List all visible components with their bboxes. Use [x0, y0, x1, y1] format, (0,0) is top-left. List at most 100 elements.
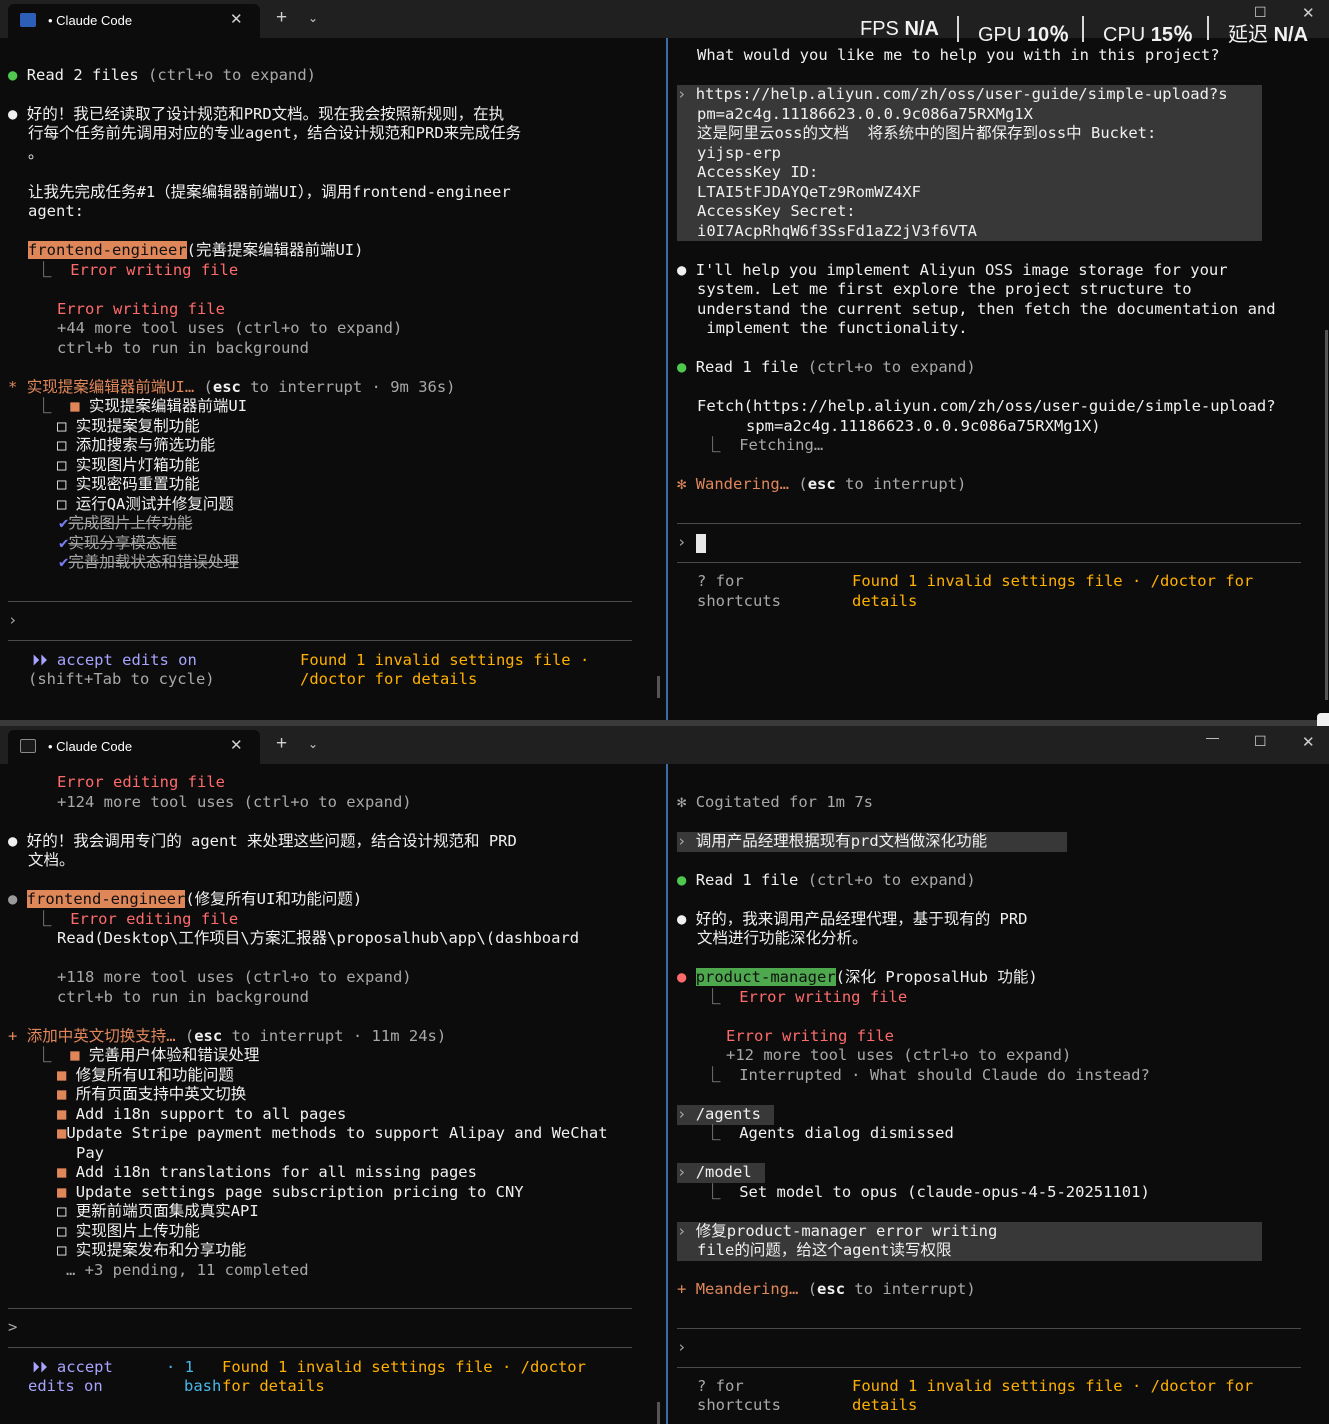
- chevron-down-icon[interactable]: ⌄: [308, 11, 318, 25]
- todo-item: □ 更新前端页面集成真实API: [57, 1202, 259, 1220]
- todo-inprogress-icon: ■: [70, 1046, 80, 1064]
- error-text: Error writing file: [70, 261, 239, 279]
- scrollbar[interactable]: [657, 1402, 660, 1424]
- status-dot: ●: [8, 890, 18, 908]
- minimize-icon[interactable]: —: [1206, 730, 1219, 745]
- cpu-label: CPU: [1103, 24, 1146, 46]
- status-dot: ●: [8, 66, 18, 84]
- agent-name: frontend-engineer: [26, 890, 186, 908]
- close-tab-icon[interactable]: ✕: [230, 10, 243, 28]
- fps-value: N/A: [904, 18, 939, 40]
- status-dot: ●: [677, 968, 687, 986]
- shortcuts-hint[interactable]: ? for: [697, 572, 744, 591]
- prompt-input[interactable]: ›: [677, 533, 686, 552]
- error-text: Error editing file: [57, 773, 225, 791]
- todo-inprogress-icon: ■: [57, 1105, 67, 1123]
- new-tab-icon[interactable]: +: [276, 733, 287, 755]
- error-text: Error writing file: [726, 1027, 894, 1045]
- todo-inprogress-icon: ■: [57, 1163, 67, 1181]
- chevron-down-icon[interactable]: ⌄: [308, 737, 318, 751]
- terminal-window-top: • Claude Code ✕ + ⌄ ☐ ✕ FPS N/A GPU 10％ …: [0, 0, 1329, 720]
- gpu-value: 10％: [1026, 24, 1070, 46]
- powershell-icon: [20, 13, 36, 27]
- message-dot: ●: [677, 261, 687, 279]
- scrollbar[interactable]: [657, 676, 660, 698]
- terminal-window-bottom: • Claude Code ✕ + ⌄ — ☐ ✕ Error editing …: [0, 726, 1329, 1424]
- settings-warning[interactable]: Found 1 invalid settings file · /doctor …: [852, 572, 1253, 591]
- pane-divider[interactable]: [666, 38, 668, 720]
- todo-item: □ 添加搜索与筛选功能: [57, 436, 216, 454]
- todo-pending-icon: □: [57, 436, 67, 454]
- accept-edits-toggle[interactable]: ⏵⏵ accept edits on: [32, 651, 197, 670]
- prompt-input[interactable]: >: [8, 1318, 17, 1337]
- new-tab-icon[interactable]: +: [276, 7, 287, 29]
- agent-name: product-manager: [695, 968, 836, 986]
- latency-label: 延迟: [1228, 24, 1268, 46]
- todo-pending-icon: □: [57, 456, 67, 474]
- error-text: Error editing file: [70, 910, 239, 928]
- tab-title: Claude Code: [56, 739, 133, 754]
- tab-bar: • Claude Code ✕ + ⌄ — ☐ ✕: [0, 726, 1329, 764]
- gpu-label: GPU: [978, 24, 1022, 46]
- fps-label: FPS: [860, 18, 899, 40]
- shortcuts-hint[interactable]: ? for: [697, 1377, 744, 1396]
- error-text: Error writing file: [739, 988, 908, 1006]
- todo-inprogress-icon: ■: [57, 1066, 67, 1084]
- error-text: Error writing file: [57, 300, 225, 318]
- todo-item: □ 实现提案发布和分享功能: [57, 1241, 247, 1259]
- tab-claude-code[interactable]: • Claude Code ✕: [8, 4, 260, 38]
- close-window-icon[interactable]: ✕: [1302, 733, 1315, 751]
- todo-item: ■ 所有页面支持中英文切换: [57, 1085, 247, 1103]
- todo-pending-icon: □: [57, 417, 67, 435]
- tab-title: Claude Code: [56, 13, 133, 28]
- latency-value: N/A: [1273, 24, 1309, 46]
- pane-divider[interactable]: [666, 764, 668, 1424]
- todo-item: □ 实现提案复制功能: [57, 417, 200, 435]
- checkmark-icon: ✔: [59, 534, 69, 552]
- todo-pending-icon: □: [57, 475, 67, 493]
- todo-pending-icon: □: [57, 1241, 67, 1259]
- todo-item-done: ✔完善加载状态和错误处理: [59, 553, 239, 571]
- tab-claude-code[interactable]: • Claude Code ✕: [8, 730, 260, 764]
- task-status: ✻ Wandering… (esc to interrupt): [677, 475, 967, 493]
- prompt-input[interactable]: ›: [8, 611, 17, 630]
- todo-item-done: ✔实现分享模态框: [59, 534, 177, 552]
- settings-warning[interactable]: Found 1 invalid settings file · /doctor …: [852, 1377, 1253, 1396]
- spinner-icon: ✻: [677, 475, 687, 493]
- checkmark-icon: ✔: [59, 553, 69, 571]
- spinner-icon: +: [677, 1280, 687, 1298]
- close-tab-icon[interactable]: ✕: [230, 736, 243, 754]
- todo-item: ■ Update settings page subscription pric…: [57, 1183, 524, 1201]
- maximize-icon[interactable]: ☐: [1254, 733, 1267, 750]
- settings-warning[interactable]: Found 1 invalid settings file · /doctor: [222, 1358, 586, 1377]
- todo-inprogress-icon: ■: [57, 1183, 67, 1201]
- todo-item: □ 实现图片上传功能: [57, 1222, 200, 1240]
- task-status: + 添加中英文切换支持… (esc to interrupt · 11m 24s…: [8, 1027, 447, 1045]
- message-dot: ●: [8, 105, 18, 123]
- todo-item-done: ✔完成图片上传功能: [59, 514, 193, 532]
- todo-item: □ 实现密码重置功能: [57, 475, 200, 493]
- todo-item: ■ 修复所有UI和功能问题: [57, 1066, 234, 1084]
- todo-item: □ 运行QA测试并修复问题: [57, 495, 234, 513]
- todo-inprogress-icon: ■: [70, 397, 80, 415]
- todo-pending-icon: □: [57, 495, 67, 513]
- checkmark-icon: ✔: [59, 514, 69, 532]
- status-dot: ●: [677, 871, 687, 889]
- todo-pending-icon: □: [57, 1202, 67, 1220]
- accept-edits-toggle[interactable]: ⏵⏵ accept: [32, 1358, 113, 1377]
- bash-count[interactable]: · 1: [166, 1358, 194, 1377]
- message-dot: ●: [677, 910, 687, 928]
- todo-item: ⎿ ■ 完善用户体验和错误处理: [36, 1046, 260, 1064]
- todo-item: ⎿ ■ 实现提案编辑器前端UI: [36, 397, 248, 415]
- todo-item: ■Update Stripe payment methods to suppor…: [57, 1124, 608, 1142]
- task-status: * 实现提案编辑器前端UI… (esc to interrupt · 9m 36…: [8, 378, 456, 396]
- fast-forward-icon: ⏵⏵: [32, 651, 48, 669]
- scrollbar[interactable]: [1325, 330, 1328, 700]
- spinner-icon: ✻: [677, 793, 687, 811]
- message-dot: ●: [8, 832, 18, 850]
- text-cursor: [696, 534, 706, 553]
- task-status: + Meandering… (esc to interrupt): [677, 1280, 976, 1298]
- prompt-input[interactable]: ›: [677, 1338, 686, 1357]
- spinner-icon: +: [8, 1027, 18, 1045]
- settings-warning[interactable]: Found 1 invalid settings file ·: [300, 651, 589, 670]
